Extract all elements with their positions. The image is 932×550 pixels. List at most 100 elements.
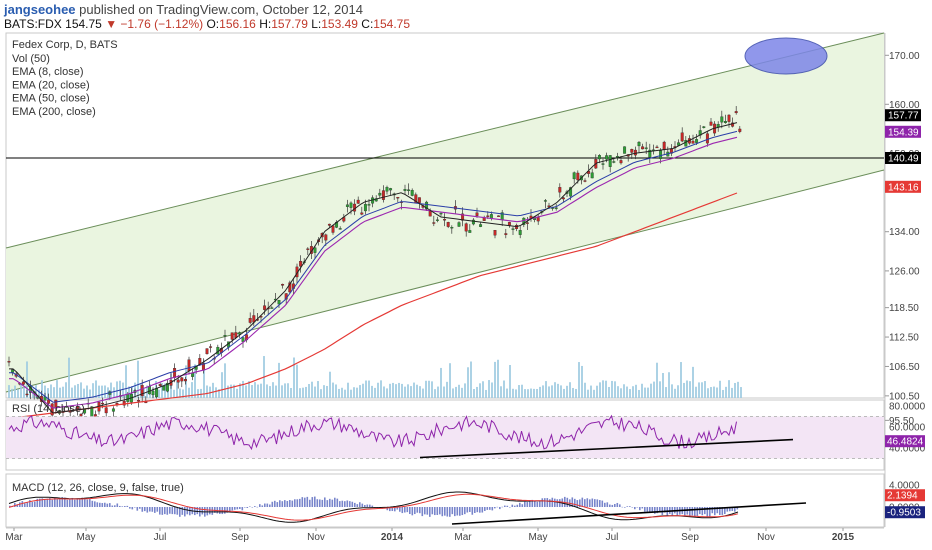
volume-bar (53, 387, 55, 398)
volume-bar (380, 380, 382, 398)
volume-bar (485, 389, 487, 398)
candle-body (385, 187, 389, 192)
macd-histogram-bar (161, 507, 164, 515)
candle-body (281, 283, 285, 286)
macd-histogram-bar (621, 506, 624, 508)
volume-bar (83, 388, 85, 398)
volume-bar (362, 383, 364, 398)
candle-body (605, 155, 609, 160)
candle-body (705, 133, 709, 144)
macd-histogram-bar (26, 502, 29, 507)
macd-histogram-bar (576, 500, 579, 507)
highlight-ellipse[interactable] (744, 37, 828, 75)
macd-histogram-bar (149, 507, 151, 512)
macd-histogram-bar (619, 504, 621, 507)
macd-histogram-bar (169, 507, 171, 514)
volume-bar (320, 389, 322, 398)
macd-histogram-bar (474, 507, 476, 513)
macd-histogram-bar (349, 501, 351, 507)
volume-bar (662, 372, 664, 398)
volume-bar (65, 382, 67, 398)
volume-bar (464, 383, 466, 398)
volume-bar (296, 364, 298, 398)
volume-bar (371, 385, 373, 398)
macd-histogram-bar (496, 506, 499, 508)
macd-histogram-bar (94, 501, 96, 507)
macd-histogram-bar (101, 503, 104, 507)
macd-histogram-bar (524, 501, 526, 507)
candle-body (126, 393, 130, 402)
candle-body (493, 230, 497, 236)
macd-histogram-bar (454, 507, 456, 517)
volume-bar (644, 387, 646, 398)
macd-histogram-bar (314, 496, 316, 507)
macd-histogram-bar (229, 507, 231, 512)
volume-bar (266, 384, 268, 398)
candle-body (561, 197, 565, 200)
volume-bar (674, 388, 676, 398)
volume-bar (524, 389, 526, 398)
volume-bar (227, 385, 229, 398)
macd-histogram-bar (119, 505, 121, 507)
macd-histogram-bar (411, 507, 414, 516)
volume-bar (374, 387, 376, 398)
macd-histogram-bar (624, 507, 626, 508)
candle-body (381, 190, 385, 200)
macd-histogram-bar (284, 500, 286, 507)
rsi-title: RSI (14, close) (12, 403, 85, 415)
macd-histogram-bar (406, 507, 409, 513)
volume-bar (527, 389, 529, 398)
candle-body (313, 247, 317, 253)
volume-bar (284, 383, 286, 398)
macd-histogram-bar (499, 507, 501, 510)
candle-body (583, 180, 587, 182)
macd-histogram-bar (526, 502, 529, 507)
volume-bar (272, 382, 274, 398)
volume-bar (479, 383, 481, 398)
macd-histogram-bar (59, 499, 61, 507)
macd-histogram-bar (506, 505, 509, 507)
macd-histogram-bar (286, 500, 289, 507)
volume-bar (536, 388, 538, 398)
volume-bar (410, 386, 412, 398)
volume-bar (470, 361, 472, 398)
volume-bar (647, 387, 649, 398)
candle-body (396, 197, 400, 199)
volume-bar (437, 386, 439, 398)
volume-bar (425, 380, 427, 398)
volume-bar (59, 387, 61, 398)
volume-bar (641, 383, 643, 398)
volume-bar (95, 380, 97, 398)
macd-histogram-bar (494, 507, 496, 509)
macd-histogram-bar (586, 498, 589, 507)
macd-histogram-bar (76, 499, 79, 507)
macd-histogram-bar (606, 502, 609, 507)
volume-bar (248, 381, 250, 398)
volume-bar (440, 367, 442, 398)
volume-bar (623, 384, 625, 398)
volume-bar (596, 385, 598, 398)
price-tick-label: 126.00 (889, 266, 920, 277)
price-chart[interactable]: Fedex Corp, D, BATS Vol (50)EMA (8, close… (0, 0, 932, 550)
candle-body (403, 189, 407, 191)
volume-bar (563, 388, 565, 398)
volume-bar (314, 386, 316, 398)
macd-histogram-bar (596, 499, 599, 507)
macd-histogram-bar (91, 500, 94, 507)
candle-body (464, 223, 468, 232)
candle-body (241, 337, 245, 342)
volume-bar (629, 389, 631, 398)
volume-bar (698, 382, 700, 398)
volume-bar (416, 384, 418, 398)
candle-body (479, 224, 483, 227)
macd-histogram-bar (644, 507, 646, 512)
volume-bar (656, 362, 658, 398)
candle-body (637, 141, 641, 147)
macd-histogram-bar (446, 507, 449, 517)
macd-histogram-bar (44, 499, 46, 507)
candle-body (734, 111, 738, 114)
rsi-tick-label: 80.0000 (889, 402, 926, 413)
volume-bar (80, 382, 82, 398)
macd-histogram-bar (501, 506, 504, 508)
macd-histogram-bar (451, 507, 454, 515)
